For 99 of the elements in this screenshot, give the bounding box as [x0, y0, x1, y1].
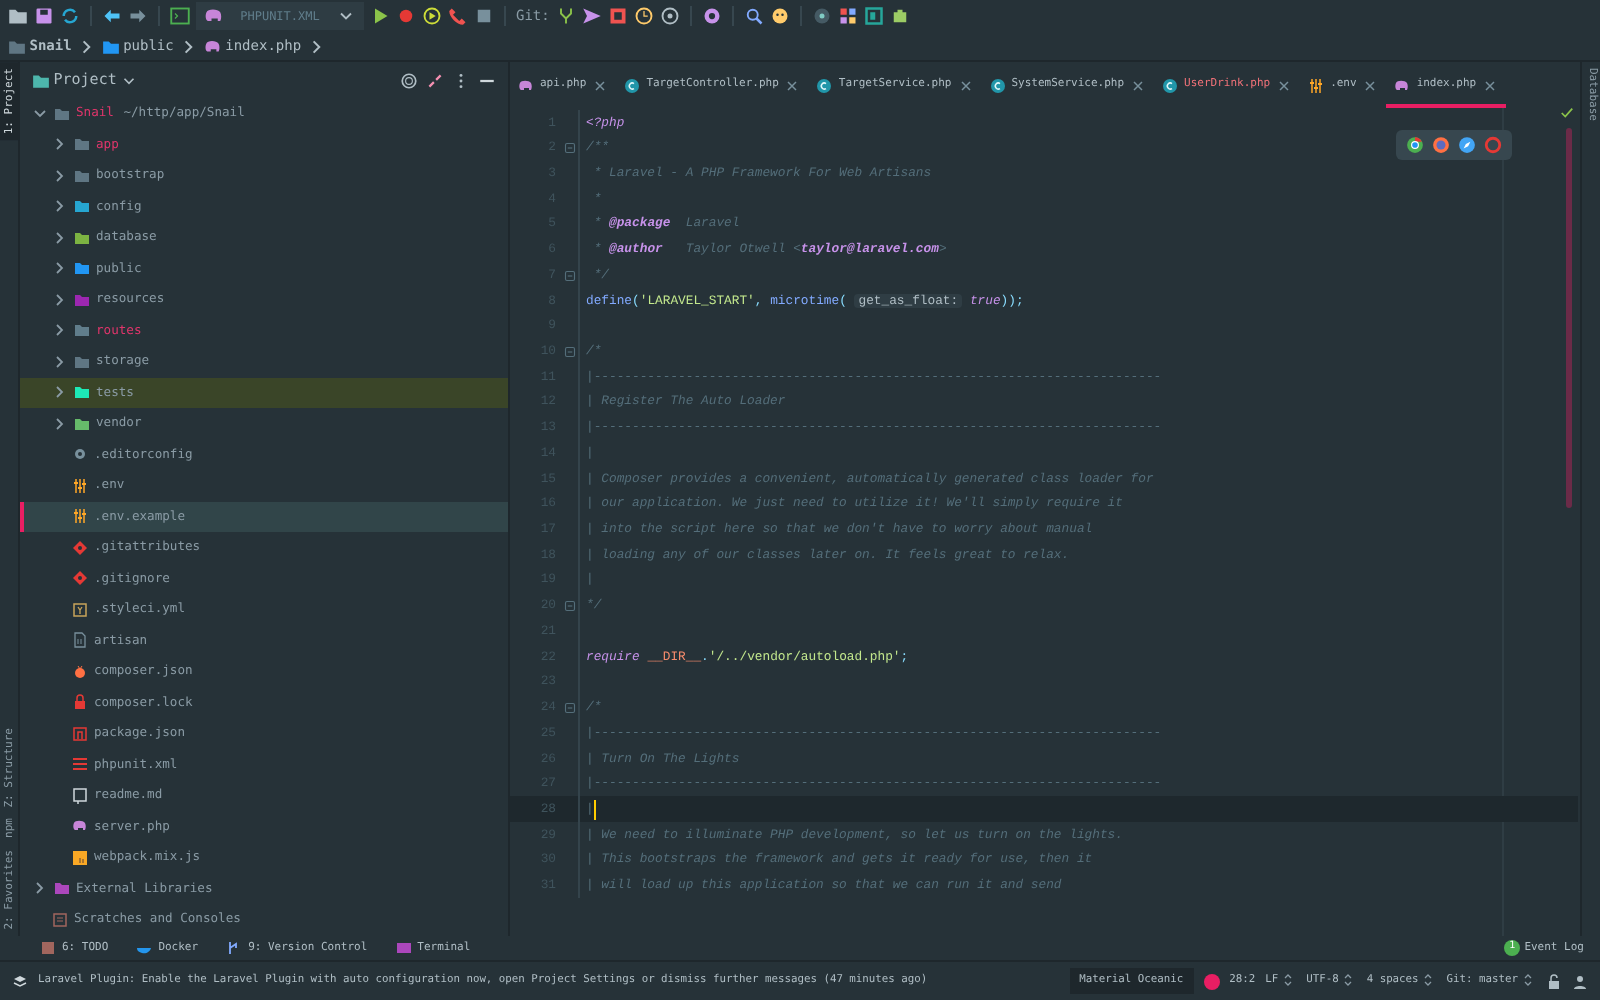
- forward-icon[interactable]: [128, 6, 148, 26]
- js-file-icon: [72, 849, 88, 866]
- target-icon[interactable]: [400, 71, 418, 89]
- updown-icon: [1520, 972, 1536, 989]
- phone-icon[interactable]: [448, 6, 468, 26]
- chevron-right-icon[interactable]: [52, 136, 68, 153]
- vendor-folder-icon: [74, 415, 90, 432]
- inspect-icon[interactable]: [811, 6, 832, 26]
- back-icon[interactable]: [102, 6, 122, 26]
- branch-icon[interactable]: [555, 6, 576, 26]
- fold-icon[interactable]: [563, 600, 575, 613]
- script-file-icon: [72, 632, 88, 649]
- search-icon[interactable]: [743, 6, 764, 26]
- close-icon[interactable]: [592, 77, 609, 93]
- markdown-file-icon: [72, 787, 88, 804]
- database-folder-icon: [74, 229, 90, 246]
- updown-icon: [1340, 972, 1357, 989]
- clock-icon[interactable]: [659, 6, 680, 26]
- accent-color-icon[interactable]: [1203, 973, 1220, 989]
- chevron-right-icon[interactable]: [52, 384, 68, 401]
- coverage-icon[interactable]: [422, 6, 442, 26]
- fold-icon[interactable]: [563, 701, 575, 714]
- chevron-icon: [179, 37, 198, 55]
- chevron-right-icon[interactable]: [52, 167, 68, 184]
- library-icon: [54, 880, 70, 897]
- scratch-icon: [52, 911, 68, 928]
- chevron-right-icon[interactable]: [52, 322, 68, 339]
- chevron-right-icon[interactable]: [32, 880, 48, 897]
- safari-icon[interactable]: [1458, 136, 1476, 154]
- updown-icon: [1280, 972, 1297, 989]
- history-icon[interactable]: [633, 6, 654, 26]
- class-icon: [1162, 77, 1179, 93]
- lock-icon[interactable]: [1546, 973, 1562, 989]
- run-icon[interactable]: [370, 6, 390, 26]
- settings-icon[interactable]: [701, 6, 722, 26]
- fold-icon[interactable]: [563, 269, 575, 282]
- npm-icon: [72, 725, 88, 742]
- elephant-icon: [1394, 77, 1411, 93]
- xml-file-icon: [72, 756, 88, 773]
- elephant-icon: [72, 818, 88, 835]
- chevron-right-icon[interactable]: [52, 291, 68, 308]
- save-icon[interactable]: [34, 6, 54, 26]
- lock-icon: [72, 694, 88, 711]
- sync-icon[interactable]: [60, 6, 80, 26]
- close-icon[interactable]: [1130, 77, 1147, 93]
- chrome-icon[interactable]: [1406, 136, 1424, 154]
- gear-file-icon: [72, 446, 88, 463]
- tests-folder-icon: [74, 384, 90, 401]
- terminal-icon[interactable]: [170, 6, 190, 26]
- close-icon[interactable]: [957, 77, 974, 93]
- chevron-icon: [77, 37, 96, 55]
- scrollbar-thumb[interactable]: [1566, 128, 1572, 508]
- chevron-right-icon[interactable]: [52, 353, 68, 370]
- chevron-right-icon[interactable]: [52, 229, 68, 246]
- layers-icon[interactable]: [12, 973, 28, 989]
- fold-icon[interactable]: [563, 345, 575, 358]
- person-icon[interactable]: [1572, 973, 1588, 989]
- composer-icon: [72, 663, 88, 680]
- chevron-icon: [307, 37, 326, 55]
- face-icon[interactable]: [769, 6, 790, 26]
- stop-icon[interactable]: [474, 6, 494, 26]
- yaml-file-icon: [72, 601, 88, 618]
- puzzle-icon[interactable]: [889, 6, 910, 26]
- class-icon: [989, 77, 1006, 93]
- web-folder-icon: [101, 37, 120, 55]
- close-icon[interactable]: [784, 77, 801, 93]
- class-icon: [624, 77, 641, 93]
- chevron-right-icon[interactable]: [52, 198, 68, 215]
- chevron-right-icon[interactable]: [52, 260, 68, 277]
- sliders-icon: [72, 477, 88, 494]
- firefox-icon[interactable]: [1432, 136, 1450, 154]
- updown-icon: [1420, 972, 1437, 989]
- git-icon: [72, 570, 88, 587]
- resources-folder-icon: [74, 291, 90, 308]
- check-icon: [1560, 106, 1574, 120]
- terminal-icon: [395, 940, 412, 956]
- folder-icon: [74, 353, 90, 370]
- config-folder-icon: [74, 198, 90, 215]
- sliders-icon: [72, 508, 88, 525]
- sliders-icon: [1308, 77, 1325, 93]
- close-icon[interactable]: [1362, 77, 1379, 93]
- routes-folder-icon: [74, 322, 90, 339]
- collapse-icon[interactable]: [426, 71, 444, 89]
- elephant-icon: [518, 77, 534, 93]
- chevron-down-icon[interactable]: [32, 105, 48, 122]
- git-icon: [72, 539, 88, 556]
- text-cursor: [593, 799, 597, 820]
- palette-icon[interactable]: [837, 6, 858, 26]
- close-icon[interactable]: [1276, 77, 1293, 93]
- chevron-right-icon[interactable]: [52, 415, 68, 432]
- close-icon[interactable]: [1482, 77, 1499, 93]
- fold-icon[interactable]: [563, 142, 575, 155]
- todo-icon: [40, 940, 56, 956]
- branch-icon: [226, 940, 243, 956]
- window-icon[interactable]: [863, 6, 884, 26]
- class-icon: [816, 77, 833, 93]
- web-folder-icon: [74, 260, 90, 277]
- send-icon[interactable]: [581, 6, 602, 26]
- revert-icon[interactable]: [607, 6, 628, 26]
